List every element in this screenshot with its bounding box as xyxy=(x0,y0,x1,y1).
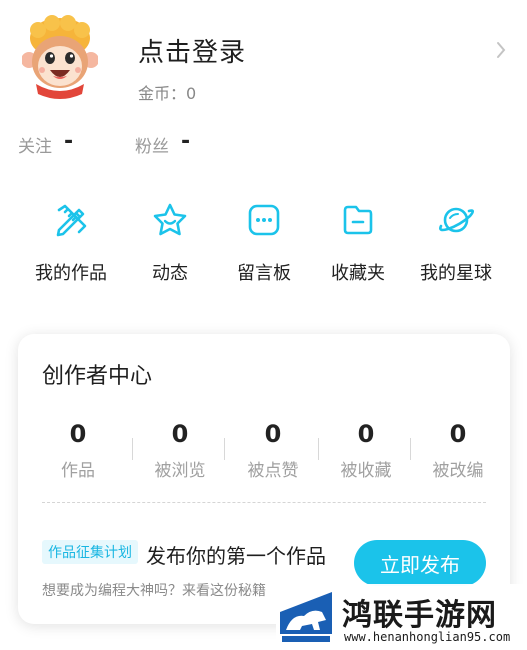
stat-label: 被收藏 xyxy=(340,461,392,481)
menu-item-feed[interactable]: 动态 xyxy=(120,200,220,285)
publish-button[interactable]: 立即发布 xyxy=(354,540,486,586)
divider xyxy=(410,438,411,460)
stat-label: 被改编 xyxy=(432,461,484,481)
chevron-right-icon[interactable] xyxy=(493,40,509,60)
creator-stat-views[interactable]: 0 被浏览 xyxy=(134,420,226,481)
stat-value: 0 xyxy=(171,420,189,448)
planet-icon xyxy=(439,207,475,233)
watermark-url: www.henanhonglian95.com xyxy=(344,630,511,644)
cta-subtitle[interactable]: 想要成为编程大神吗？来看这份秘籍 xyxy=(42,580,266,600)
menu-item-label: 我的作品 xyxy=(35,263,107,284)
creator-stat-favorites[interactable]: 0 被收藏 xyxy=(320,420,412,481)
menu-item-my-planet[interactable]: 我的星球 xyxy=(406,200,506,285)
cta-title: 发布你的第一个作品 xyxy=(146,544,326,568)
creator-center-card: 创作者中心 0 作品 0 被浏览 0 被点赞 0 被收藏 0 被改编 作品征集计… xyxy=(18,334,510,624)
divider xyxy=(224,438,225,460)
stat-value: 0 xyxy=(69,420,87,448)
creator-center-title: 创作者中心 xyxy=(42,364,153,389)
pencil-ruler-icon xyxy=(56,204,87,237)
star-icon xyxy=(153,203,187,236)
stat-label: 被浏览 xyxy=(154,461,206,481)
divider xyxy=(132,438,133,460)
follow-label: 关注 xyxy=(18,137,52,157)
follow-value: - xyxy=(64,129,74,154)
menu-item-label: 收藏夹 xyxy=(331,263,385,284)
menu-item-favorites[interactable]: 收藏夹 xyxy=(308,200,408,285)
stat-value: 0 xyxy=(264,420,282,448)
follow-stat[interactable]: 关注 - xyxy=(18,129,74,158)
fans-value: - xyxy=(181,129,191,154)
creator-stat-works[interactable]: 0 作品 xyxy=(32,420,124,481)
message-board-icon xyxy=(248,204,280,236)
stat-label: 作品 xyxy=(61,461,95,481)
creator-stat-likes[interactable]: 0 被点赞 xyxy=(227,420,319,481)
coins-balance: 金币：0 xyxy=(138,84,197,103)
avatar[interactable] xyxy=(21,14,99,100)
creator-stats: 0 作品 0 被浏览 0 被点赞 0 被收藏 0 被改编 xyxy=(32,420,494,481)
menu-item-message-board[interactable]: 留言板 xyxy=(214,200,314,285)
stat-value: 0 xyxy=(357,420,375,448)
divider xyxy=(318,438,319,460)
menu-item-label: 我的星球 xyxy=(420,263,492,284)
watermark: 鸿联手游网 www.henanhonglian95.com xyxy=(276,584,527,650)
watermark-title: 鸿联手游网 xyxy=(342,598,497,633)
menu-item-my-works[interactable]: 我的作品 xyxy=(21,200,121,285)
menu-item-label: 动态 xyxy=(152,263,188,284)
folder-icon xyxy=(343,205,373,235)
stat-label: 被点赞 xyxy=(247,461,299,481)
campaign-badge[interactable]: 作品征集计划 xyxy=(42,540,138,564)
shortcut-menu: 我的作品 动态 留言板 收藏夹 我的星球 xyxy=(0,200,527,300)
watermark-logo xyxy=(280,592,332,642)
menu-item-label: 留言板 xyxy=(237,263,291,284)
creator-stat-remixes[interactable]: 0 被改编 xyxy=(412,420,504,481)
fans-label: 粉丝 xyxy=(135,137,169,157)
login-title[interactable]: 点击登录 xyxy=(138,32,246,69)
stat-value: 0 xyxy=(449,420,467,448)
dashed-divider xyxy=(42,502,486,503)
fans-stat[interactable]: 粉丝 - xyxy=(135,129,191,158)
